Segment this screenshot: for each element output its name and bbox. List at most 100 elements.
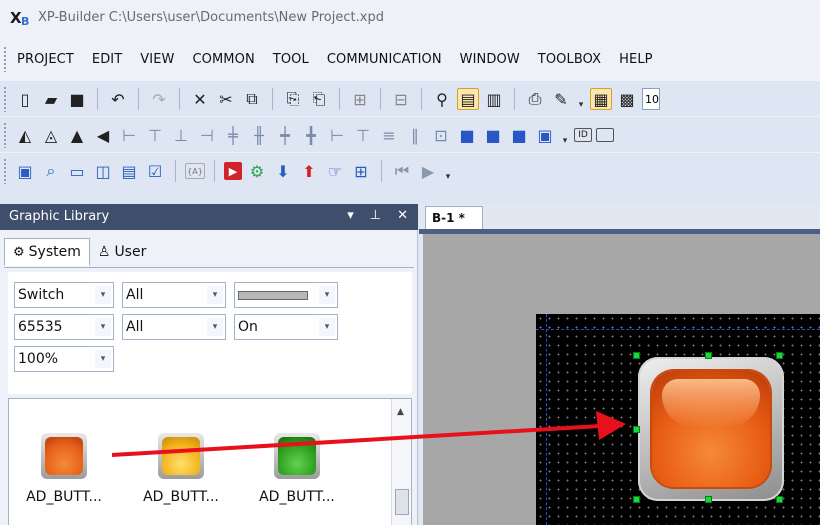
list-icon[interactable]: ▤ xyxy=(118,160,140,182)
screen-manager-icon[interactable]: ▣ xyxy=(14,160,36,182)
save-icon[interactable]: ■ xyxy=(66,88,88,110)
chevron-down-icon[interactable]: ▾ xyxy=(95,286,111,304)
shape-triangle-3-icon[interactable]: ▲ xyxy=(66,124,88,146)
ungroup-icon[interactable]: ⊟ xyxy=(390,88,412,110)
first-page-icon[interactable]: ⏮ xyxy=(391,160,413,182)
scroll-up-icon[interactable]: ▲ xyxy=(397,407,404,417)
category-select[interactable]: Switch ▾ xyxy=(14,282,114,308)
toolbar-grip[interactable] xyxy=(3,86,7,112)
align-center-icon[interactable]: ╋ xyxy=(300,124,322,146)
bring-forward-icon[interactable]: ■ xyxy=(508,124,530,146)
state-select[interactable]: On ▾ xyxy=(234,314,338,340)
snap-grid-icon[interactable]: ▩ xyxy=(616,88,638,110)
align-right-icon[interactable]: ⊣ xyxy=(196,124,218,146)
toolbar-dropdown[interactable]: ▾ xyxy=(443,160,453,182)
connect-icon[interactable]: ☞ xyxy=(324,160,346,182)
chevron-down-icon[interactable]: ▾ xyxy=(95,318,111,336)
space-h-icon[interactable]: ≡ xyxy=(378,124,400,146)
paste-special-icon[interactable]: ⎗ xyxy=(308,88,330,110)
download-icon[interactable]: ⬇ xyxy=(272,160,294,182)
align-center-h-icon[interactable]: ╪ xyxy=(222,124,244,146)
arrow-left-shape-icon[interactable]: ◀ xyxy=(92,124,114,146)
resize-handle[interactable] xyxy=(705,496,712,503)
simulator-icon[interactable]: ▶ xyxy=(224,162,242,180)
align-left-icon[interactable]: ⊢ xyxy=(118,124,140,146)
toolbar-dropdown[interactable]: ▾ xyxy=(560,124,570,146)
upload-icon[interactable]: ⬆ xyxy=(298,160,320,182)
chevron-down-icon[interactable]: ▾ xyxy=(319,286,335,304)
menu-window[interactable]: WINDOW xyxy=(451,52,529,67)
print-icon[interactable]: ⎙ xyxy=(524,88,546,110)
resize-handle[interactable] xyxy=(776,352,783,359)
same-size-icon[interactable]: ⊡ xyxy=(430,124,452,146)
align-top-icon[interactable]: ⊤ xyxy=(144,124,166,146)
paste-icon[interactable]: ⎘ xyxy=(282,88,304,110)
resize-handle[interactable] xyxy=(633,352,640,359)
align-middle-icon[interactable]: ┿ xyxy=(274,124,296,146)
menu-project[interactable]: PROJECT xyxy=(8,52,83,67)
library-item[interactable]: AD_BUTT... xyxy=(247,433,347,505)
scroll-thumb[interactable] xyxy=(395,489,409,515)
screen-property-icon[interactable]: ▤ xyxy=(457,88,479,110)
chevron-down-icon[interactable]: ▾ xyxy=(207,318,223,336)
object-id-2-icon[interactable] xyxy=(596,128,614,142)
tab-b-1[interactable]: B-1 * xyxy=(425,206,483,230)
menu-tool[interactable]: TOOL xyxy=(264,52,318,67)
menu-edit[interactable]: EDIT xyxy=(83,52,131,67)
resize-handle[interactable] xyxy=(705,352,712,359)
undo-icon[interactable]: ↶ xyxy=(107,88,129,110)
send-backward-icon[interactable]: ▣ xyxy=(534,124,556,146)
toolbar-grip[interactable] xyxy=(3,122,7,148)
compile-icon[interactable]: ⚙ xyxy=(246,160,268,182)
next-page-icon[interactable]: ▶ xyxy=(417,160,439,182)
size-select[interactable]: 65535 ▾ xyxy=(14,314,114,340)
zoom-input[interactable]: 10 xyxy=(642,88,660,110)
subcategory-2-select[interactable]: All ▾ xyxy=(122,314,226,340)
color-select[interactable]: ▾ xyxy=(234,282,338,308)
placed-button-object[interactable] xyxy=(638,357,784,501)
grid-icon[interactable]: ▦ xyxy=(590,88,612,110)
toolbar-dropdown[interactable]: ▾ xyxy=(576,88,586,110)
tab-user[interactable]: ♙ User xyxy=(89,238,155,266)
group-icon[interactable]: ⊞ xyxy=(349,88,371,110)
tab-system[interactable]: ⚙ System xyxy=(4,238,90,266)
send-back-icon[interactable]: ■ xyxy=(482,124,504,146)
zoom-select[interactable]: 100% ▾ xyxy=(14,346,114,372)
same-width-icon[interactable]: ⊢ xyxy=(326,124,348,146)
copy-icon[interactable]: ⧉ xyxy=(241,88,263,110)
space-v-icon[interactable]: ∥ xyxy=(404,124,426,146)
library-item[interactable]: AD_BUTT... xyxy=(131,433,231,505)
open-folder-icon[interactable]: ▰ xyxy=(40,88,62,110)
monitor-icon[interactable]: ⊞ xyxy=(350,160,372,182)
chevron-down-icon[interactable]: ▾ xyxy=(95,350,111,368)
panel-menu-icon[interactable]: ▾ xyxy=(347,208,354,223)
align-bottom-icon[interactable]: ⊥ xyxy=(170,124,192,146)
align-center-v-icon[interactable]: ╫ xyxy=(248,124,270,146)
cut-icon[interactable]: ✂ xyxy=(215,88,237,110)
bring-front-icon[interactable]: ■ xyxy=(456,124,478,146)
check-icon[interactable]: ☑ xyxy=(144,160,166,182)
chevron-down-icon[interactable]: ▾ xyxy=(319,318,335,336)
search-screen-icon[interactable]: ◫ xyxy=(92,160,114,182)
menu-help[interactable]: HELP xyxy=(610,52,661,67)
menu-toolbox[interactable]: TOOLBOX xyxy=(529,52,610,67)
resize-handle[interactable] xyxy=(633,426,640,433)
pin-icon[interactable]: ⊥ xyxy=(370,208,381,223)
resize-handle[interactable] xyxy=(776,496,783,503)
shape-triangle-2-icon[interactable]: ◬ xyxy=(40,124,62,146)
close-icon[interactable]: ✕ xyxy=(397,208,408,223)
object-id-icon[interactable]: ID xyxy=(574,128,592,142)
new-file-icon[interactable]: ▯ xyxy=(14,88,36,110)
same-height-icon[interactable]: ⊤ xyxy=(352,124,374,146)
find-icon[interactable]: ⚲ xyxy=(431,88,453,110)
screen-list-icon[interactable]: ▥ xyxy=(483,88,505,110)
vertical-scrollbar[interactable]: ▲ xyxy=(391,399,411,525)
menu-common[interactable]: COMMON xyxy=(183,52,263,67)
toolbar-grip[interactable] xyxy=(3,158,7,184)
window-screen-icon[interactable]: ▭ xyxy=(66,160,88,182)
shape-triangle-icon[interactable]: ◭ xyxy=(14,124,36,146)
menu-view[interactable]: VIEW xyxy=(131,52,183,67)
resize-handle[interactable] xyxy=(633,496,640,503)
tag-icon[interactable]: {A} xyxy=(185,163,205,179)
menu-grip[interactable] xyxy=(3,46,7,72)
